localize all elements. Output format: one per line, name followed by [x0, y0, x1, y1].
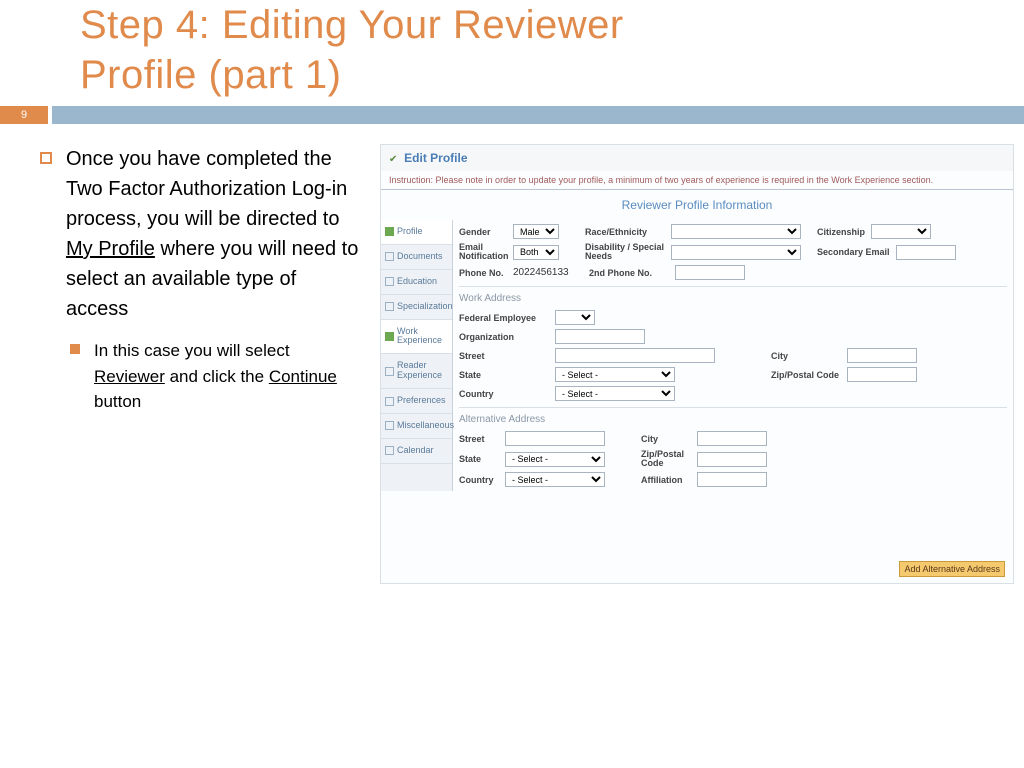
sidebar-item-reader-experience[interactable]: Reader Experience [381, 354, 452, 389]
wa-zip-input[interactable] [847, 367, 917, 382]
aa-state-label: State [459, 454, 499, 464]
check-icon: ✔ [389, 154, 397, 165]
bullet-1: Once you have completed the Two Factor A… [66, 144, 360, 324]
wa-street-label: Street [459, 351, 549, 361]
sidebar-item-documents[interactable]: Documents [381, 245, 452, 270]
sidebar-item-specialization[interactable]: Specialization [381, 295, 452, 320]
add-alternative-address-button[interactable]: Add Alternative Address [899, 561, 1005, 577]
phone2-input[interactable] [675, 265, 745, 280]
email-notif-select[interactable]: Both [513, 245, 559, 260]
organization-label: Organization [459, 332, 549, 342]
sidebar-item-education[interactable]: Education [381, 270, 452, 295]
email-notif-label: Email Notification [459, 243, 507, 261]
sidebar-item-work-experience[interactable]: Work Experience [381, 320, 452, 355]
gender-label: Gender [459, 227, 507, 237]
aa-affiliation-input[interactable] [697, 472, 767, 487]
wa-zip-label: Zip/Postal Code [771, 370, 841, 380]
aa-affiliation-label: Affiliation [641, 475, 691, 485]
federal-employee-label: Federal Employee [459, 313, 549, 323]
aa-zip-input[interactable] [697, 452, 767, 467]
wa-street-input[interactable] [555, 348, 715, 363]
secondary-email-input[interactable] [896, 245, 956, 260]
panel-heading: Edit Profile [404, 151, 467, 165]
wa-country-select[interactable]: - Select - [555, 386, 675, 401]
disability-label: Disability / Special Needs [585, 243, 665, 261]
aa-city-input[interactable] [697, 431, 767, 446]
aa-street-label: Street [459, 434, 499, 444]
aa-state-select[interactable]: - Select - [505, 452, 605, 467]
bullet-list: Once you have completed the Two Factor A… [40, 144, 360, 584]
phone2-label: 2nd Phone No. [589, 268, 669, 278]
aa-country-select[interactable]: - Select - [505, 472, 605, 487]
sidebar-item-preferences[interactable]: Preferences [381, 389, 452, 414]
race-label: Race/Ethnicity [585, 227, 665, 237]
bullet-icon [40, 152, 52, 164]
citizenship-select[interactable] [871, 224, 931, 239]
aa-country-label: Country [459, 475, 499, 485]
wa-city-input[interactable] [847, 348, 917, 363]
citizenship-label: Citizenship [817, 227, 865, 237]
section-title: Reviewer Profile Information [381, 190, 1013, 220]
sidebar-item-miscellaneous[interactable]: Miscellaneous [381, 414, 452, 439]
phone-label: Phone No. [459, 268, 507, 278]
profile-sidebar: Profile Documents Education Specializati… [381, 220, 453, 491]
sidebar-item-calendar[interactable]: Calendar [381, 439, 452, 464]
aa-street-input[interactable] [505, 431, 605, 446]
sidebar-item-profile[interactable]: Profile [381, 220, 452, 245]
bullet-icon [70, 344, 80, 354]
secondary-email-label: Secondary Email [817, 248, 890, 257]
phone-value: 2022456133 [513, 267, 583, 278]
wa-state-label: State [459, 370, 549, 380]
page-number: 9 [0, 106, 48, 124]
work-address-heading: Work Address [459, 286, 1007, 308]
bullet-2: In this case you will select Reviewer an… [94, 338, 360, 415]
race-select[interactable] [671, 224, 801, 239]
wa-state-select[interactable]: - Select - [555, 367, 675, 382]
gender-select[interactable]: Male [513, 224, 559, 239]
instruction-text: Instruction: Please note in order to upd… [381, 171, 1013, 190]
profile-form: Gender Male Race/Ethnicity Citizenship E… [453, 220, 1013, 491]
accent-bar: 9 [0, 106, 1024, 124]
edit-profile-screenshot: ✔ Edit Profile Instruction: Please note … [380, 144, 1014, 584]
slide-title: Step 4: Editing Your Reviewer Profile (p… [0, 0, 1024, 100]
alt-address-heading: Alternative Address [459, 407, 1007, 429]
wa-city-label: City [771, 351, 841, 361]
aa-city-label: City [641, 434, 691, 444]
organization-input[interactable] [555, 329, 645, 344]
aa-zip-label: Zip/Postal Code [641, 450, 691, 468]
federal-employee-select[interactable] [555, 310, 595, 325]
disability-select[interactable] [671, 245, 801, 260]
wa-country-label: Country [459, 389, 549, 399]
